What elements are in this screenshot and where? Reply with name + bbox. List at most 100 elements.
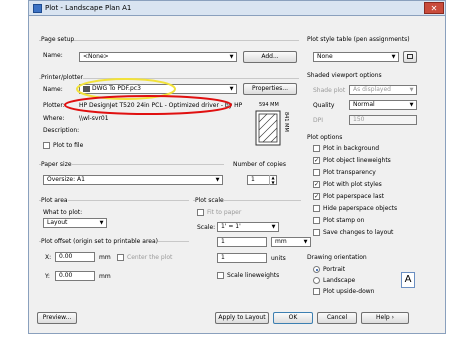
chevron-down-icon: ▼ (409, 87, 414, 93)
chevron-down-icon: ▼ (303, 239, 308, 245)
plot-option-label: Plot in background (323, 145, 380, 152)
chevron-down-icon: ▼ (409, 102, 414, 108)
scale-value-input[interactable]: 1 (217, 237, 267, 247)
orientation-heading: Drawing orientation (307, 254, 367, 261)
apply-to-layout-button[interactable]: Apply to Layout (215, 312, 269, 324)
plot-option-row[interactable]: Plot transparency (313, 169, 433, 179)
plot-option-checkbox[interactable] (313, 169, 320, 176)
chevron-right-icon: › (391, 314, 394, 321)
paper-size-select[interactable]: Oversize: A1 ▼ (43, 175, 223, 185)
plot-option-checkbox[interactable]: ✓ (313, 193, 320, 200)
plot-option-row[interactable]: Hide paperspace objects (313, 205, 433, 215)
center-plot-checkbox[interactable] (117, 254, 124, 261)
quality-label: Quality (313, 102, 335, 109)
preview-height-label: 841 MM (283, 112, 289, 132)
portrait-radio[interactable] (313, 266, 320, 273)
copies-heading: Number of copies (233, 161, 286, 168)
landscape-radio[interactable] (313, 277, 320, 284)
properties-button[interactable]: Properties... (243, 83, 297, 95)
description-label: Description: (43, 127, 80, 134)
scale-unit-select[interactable]: mm ▼ (271, 237, 311, 247)
x-label: X: (45, 254, 52, 261)
paper-preview: 594 MM 841 MM (247, 102, 299, 148)
plot-option-row[interactable]: Plot in background (313, 145, 433, 155)
scale-lineweights-checkbox[interactable] (217, 272, 224, 279)
dpi-label: DPI (313, 117, 324, 124)
plotter-label: Plotter: (43, 102, 65, 109)
plot-option-row[interactable]: Plot stamp on (313, 217, 433, 227)
plot-option-row[interactable]: Save changes to layout (313, 229, 433, 239)
plot-option-checkbox[interactable] (313, 145, 320, 152)
edit-style-table-button[interactable] (403, 51, 417, 63)
preview-button[interactable]: Preview... (37, 312, 77, 324)
landscape-label: Landscape (323, 277, 356, 284)
chevron-down-icon: ▼ (229, 86, 234, 92)
printer-name-label: Name: (43, 86, 63, 93)
plot-option-checkbox[interactable] (313, 205, 320, 212)
spinner-icon[interactable]: ▲ ▼ (269, 175, 276, 185)
fit-to-paper-checkbox[interactable] (197, 209, 204, 216)
chevron-down-icon: ▼ (391, 54, 396, 60)
plot-option-checkbox[interactable]: ✓ (313, 157, 320, 164)
chevron-down-icon: ▼ (271, 224, 276, 230)
plot-offset-heading: Plot offset (origin set to printable are… (41, 238, 159, 245)
chevron-down-icon: ▼ (99, 220, 104, 226)
edit-icon (407, 54, 413, 59)
page-setup-name-label: Name: (43, 52, 63, 59)
shade-plot-label: Shade plot (313, 87, 346, 94)
plot-style-select[interactable]: None ▼ (313, 52, 399, 62)
plot-option-label: Plot with plot styles (323, 181, 382, 188)
where-label: Where: (43, 115, 65, 122)
plot-to-file-checkbox[interactable] (43, 142, 50, 149)
units-label: units (271, 255, 286, 262)
plot-option-row[interactable]: ✓ Plot paperspace last (313, 193, 433, 203)
y-unit-label: mm (99, 273, 111, 280)
page-setup-select[interactable]: <None> ▼ (79, 52, 237, 62)
y-offset-input[interactable]: 0.00 (55, 271, 95, 281)
plot-option-row[interactable]: ✓ Plot object lineweights (313, 157, 433, 167)
plot-options-heading: Plot options (307, 134, 343, 141)
plot-option-row[interactable]: ✓ Plot with plot styles (313, 181, 433, 191)
checkmark-icon: ✓ (314, 181, 320, 188)
title-bar: Plot - Landscape Plan A1 ✕ (28, 0, 446, 16)
what-to-plot-select[interactable]: Layout ▼ (43, 218, 107, 228)
upside-down-label: Plot upside-down (323, 288, 375, 295)
cancel-button[interactable]: Cancel (317, 312, 357, 324)
portrait-label: Portrait (323, 266, 346, 273)
red-circle-annotation (64, 95, 232, 115)
plot-option-checkbox[interactable] (313, 229, 320, 236)
x-offset-input[interactable]: 0.00 (55, 252, 95, 262)
where-value: \\wl-svr01 (79, 115, 109, 122)
close-icon[interactable]: ✕ (424, 2, 444, 14)
what-to-plot-label: What to plot: (43, 209, 83, 216)
upside-down-checkbox[interactable] (313, 288, 320, 295)
plot-area-heading: Plot area (41, 197, 68, 204)
copies-input[interactable]: 1 ▲ ▼ (247, 175, 277, 185)
scale-units-input[interactable]: 1 (217, 253, 267, 263)
checkmark-icon: ✓ (314, 157, 320, 164)
dpi-input[interactable]: 150 (349, 115, 417, 125)
help-button[interactable]: Help › (361, 312, 409, 324)
preview-width-label: 594 MM (259, 102, 279, 108)
shaded-heading: Shaded viewport options (307, 72, 382, 79)
scale-label: Scale: (197, 224, 216, 231)
center-plot-label: Center the plot (127, 254, 173, 261)
ok-button[interactable]: OK (273, 312, 313, 324)
orientation-preview-icon: A (401, 272, 415, 288)
plot-option-label: Save changes to layout (323, 229, 394, 236)
plot-option-label: Plot stamp on (323, 217, 365, 224)
shade-plot-select[interactable]: As displayed ▼ (349, 85, 417, 95)
page-setup-heading: Page setup (41, 36, 75, 43)
dialog-body: Page setup Name: <None> ▼ Add... Printer/… (28, 16, 446, 334)
plot-option-checkbox[interactable] (313, 217, 320, 224)
plot-scale-heading: Plot scale (195, 197, 224, 204)
scale-select[interactable]: 1' = 1' ▼ (217, 222, 279, 232)
quality-select[interactable]: Normal ▼ (349, 100, 417, 110)
autocad-app-icon (33, 4, 42, 13)
plot-option-checkbox[interactable]: ✓ (313, 181, 320, 188)
paper-size-heading: Paper size (41, 161, 72, 168)
add-page-setup-button[interactable]: Add... (243, 51, 297, 63)
plot-option-label: Plot paperspace last (323, 193, 384, 200)
paper-preview-icon (255, 110, 281, 146)
y-label: Y: (45, 273, 50, 280)
